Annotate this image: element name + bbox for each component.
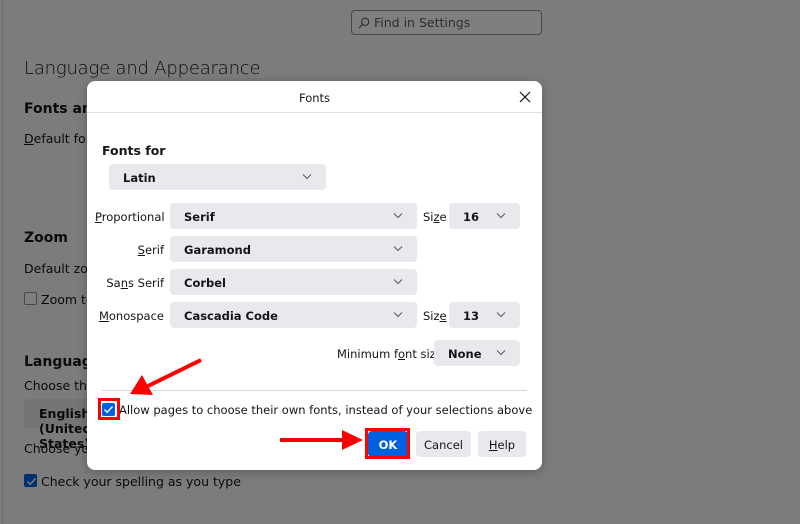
chevron-down-icon: [393, 312, 403, 318]
dialog-divider: [102, 390, 527, 391]
chevron-down-icon: [496, 350, 506, 356]
monospace-size-value: 13: [463, 309, 480, 323]
proportional-size-label: Size: [423, 210, 447, 224]
proportional-value: Serif: [184, 210, 215, 224]
serif-select[interactable]: Garamond: [170, 236, 417, 262]
min-font-size-value: None: [448, 347, 482, 361]
cancel-button[interactable]: Cancel: [416, 431, 471, 457]
dialog-title: Fonts: [298, 91, 331, 105]
sans-serif-select[interactable]: Corbel: [170, 269, 417, 295]
serif-value: Garamond: [184, 243, 251, 257]
chevron-down-icon: [496, 213, 506, 219]
monospace-size-select[interactable]: 13: [449, 302, 520, 328]
highlight-box-checkbox: [98, 398, 120, 420]
chevron-down-icon: [393, 213, 403, 219]
sans-serif-value: Corbel: [184, 276, 226, 290]
min-font-size-label: Minimum font size: [337, 347, 443, 361]
fonts-for-select[interactable]: Latin: [109, 164, 326, 190]
chevron-down-icon: [496, 312, 506, 318]
help-button[interactable]: Help: [478, 431, 526, 457]
proportional-select[interactable]: Serif: [170, 203, 417, 229]
chevron-down-icon: [302, 174, 312, 180]
proportional-label: Proportional: [95, 210, 165, 224]
monospace-value: Cascadia Code: [184, 309, 278, 323]
chevron-down-icon: [393, 246, 403, 252]
proportional-size-select[interactable]: 16: [449, 203, 520, 229]
chevron-down-icon: [393, 279, 403, 285]
close-icon: [519, 91, 531, 103]
serif-label: Serif: [137, 243, 164, 257]
monospace-select[interactable]: Cascadia Code: [170, 302, 417, 328]
dialog-header: Fonts: [87, 81, 542, 113]
proportional-size-value: 16: [463, 210, 480, 224]
fonts-dialog: Fonts Fonts for Latin Proportional Serif…: [87, 81, 542, 470]
fonts-for-label: Fonts for: [102, 143, 166, 158]
sans-serif-label: Sans Serif: [106, 276, 164, 290]
monospace-label: Monospace: [98, 309, 164, 323]
fonts-for-value: Latin: [123, 171, 156, 185]
min-font-size-select[interactable]: None: [434, 340, 520, 366]
close-button[interactable]: [518, 89, 532, 103]
monospace-size-label: Size: [423, 309, 447, 323]
highlight-box-ok: [365, 428, 410, 459]
allow-pages-label: Allow pages to choose their own fonts, i…: [119, 403, 533, 417]
